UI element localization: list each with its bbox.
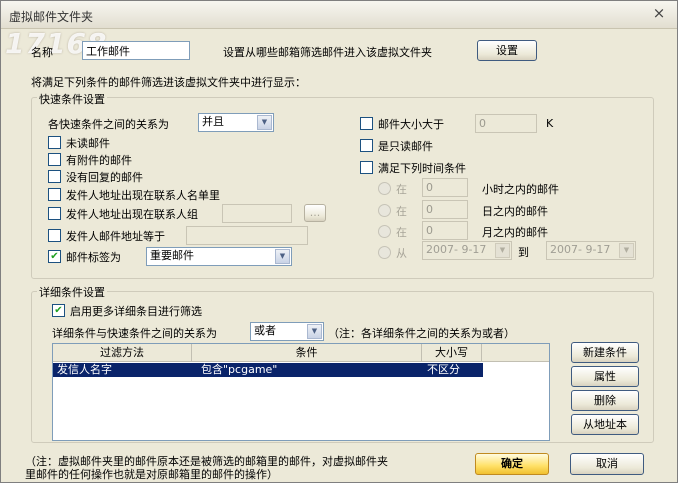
radio-within-hours-prefix: 在	[396, 183, 407, 196]
months-input[interactable]: 0	[422, 221, 468, 240]
chevron-down-icon: ▼	[495, 243, 510, 258]
setup-hint: 设置从哪些邮箱筛选邮件进入该虚拟文件夹	[223, 46, 432, 59]
chevron-down-icon: ▼	[307, 324, 322, 339]
quick-relation-label: 各快速条件之间的关系为	[48, 118, 169, 131]
checkbox-size-greater-label: 邮件大小大于	[378, 118, 444, 131]
name-label: 名称	[31, 46, 53, 59]
size-input[interactable]: 0	[475, 114, 537, 133]
quick-relation-value: 并且	[202, 115, 224, 128]
radio-within-months[interactable]	[378, 225, 391, 238]
sender-address-field[interactable]	[186, 226, 308, 245]
checkbox-mail-label[interactable]: ✔	[48, 250, 61, 263]
column-header-condition[interactable]: 条件	[192, 344, 422, 362]
checkbox-time-condition[interactable]	[360, 161, 373, 174]
date-to-picker[interactable]: 2007- 9-17 ▼	[546, 241, 636, 260]
date-to-value: 2007- 9-17	[550, 243, 611, 256]
checkbox-sender-in-group-label: 发件人地址出现在联系人组	[66, 208, 198, 221]
checkbox-sender-in-group[interactable]	[48, 207, 61, 220]
radio-within-months-suffix: 月之内的邮件	[482, 226, 548, 239]
title-bar: 虚拟邮件文件夹 ×	[1, 1, 677, 29]
close-icon[interactable]: ×	[651, 5, 667, 21]
detail-conditions-legend: 详细条件设置	[37, 284, 107, 300]
radio-within-months-prefix: 在	[396, 226, 407, 239]
radio-within-days-suffix: 日之内的邮件	[482, 205, 548, 218]
radio-within-hours[interactable]	[378, 182, 391, 195]
detail-relation-label: 详细条件与快速条件之间的关系为	[52, 327, 217, 340]
checkbox-enable-detail-label: 启用更多详细条目进行筛选	[70, 305, 202, 318]
setup-button[interactable]: 设置	[477, 40, 537, 61]
checkbox-not-replied-label: 没有回复的邮件	[66, 171, 143, 184]
window-title: 虚拟邮件文件夹	[9, 10, 94, 24]
properties-button[interactable]: 属性	[571, 366, 639, 387]
radio-within-days[interactable]	[378, 204, 391, 217]
radio-date-range-prefix: 从	[396, 247, 407, 260]
checkbox-enable-detail[interactable]: ✔	[52, 304, 65, 317]
checkbox-sender-equals-label: 发件人邮件地址等于	[66, 230, 165, 243]
quick-relation-select[interactable]: 并且 ▼	[198, 113, 274, 132]
checkbox-size-greater[interactable]	[360, 117, 373, 130]
radio-within-hours-suffix: 小时之内的邮件	[482, 183, 559, 196]
size-unit: K	[546, 117, 554, 130]
row-case: 不区分	[427, 363, 460, 376]
row-method: 发信人名字	[57, 363, 112, 376]
days-input[interactable]: 0	[422, 200, 468, 219]
checkbox-sender-equals[interactable]	[48, 229, 61, 242]
detail-relation-select[interactable]: 或者 ▼	[250, 322, 324, 341]
chevron-down-icon: ▼	[275, 249, 290, 264]
checkbox-mail-label-label: 邮件标签为	[66, 251, 121, 264]
checkbox-not-replied[interactable]	[48, 170, 61, 183]
cancel-button[interactable]: 取消	[570, 453, 644, 475]
radio-within-days-prefix: 在	[396, 205, 407, 218]
radio-date-range[interactable]	[378, 246, 391, 259]
date-range-to-label: 到	[518, 246, 529, 259]
date-from-value: 2007- 9-17	[426, 243, 487, 256]
chevron-down-icon: ▼	[619, 243, 634, 258]
contact-group-field[interactable]	[222, 204, 292, 223]
checkbox-unread[interactable]	[48, 136, 61, 149]
name-input[interactable]	[82, 41, 190, 60]
column-header-case[interactable]: 大小写	[422, 344, 482, 362]
mail-label-select[interactable]: 重要邮件 ▼	[146, 247, 292, 266]
detail-relation-note: （注：各详细条件之间的关系为或者）	[328, 327, 515, 340]
checkbox-time-condition-label: 满足下列时间条件	[378, 162, 466, 175]
table-row[interactable]: 发信人名字 包含"pcgame" 不区分	[53, 363, 483, 377]
checkbox-sender-in-contacts-label: 发件人地址出现在联系人名单里	[66, 189, 220, 202]
conditions-list[interactable]: 过滤方法 条件 大小写 发信人名字 包含"pcgame" 不区分	[52, 343, 550, 441]
chevron-down-icon: ▼	[257, 115, 272, 130]
virtual-folder-dialog: 虚拟邮件文件夹 × 17168 com 名称 设置从哪些邮箱筛选邮件进入该虚拟文…	[0, 0, 678, 483]
conditions-list-header: 过滤方法 条件 大小写	[53, 344, 549, 362]
detail-relation-value: 或者	[254, 324, 276, 337]
mail-label-value: 重要邮件	[150, 249, 194, 262]
checkbox-sender-in-contacts[interactable]	[48, 188, 61, 201]
checkbox-unread-label: 未读邮件	[66, 137, 110, 150]
checkbox-attachment-label: 有附件的邮件	[66, 154, 132, 167]
checkbox-attachment[interactable]	[48, 153, 61, 166]
footer-note-line2: 里邮件的任何操作也就是对原邮箱里的邮件的操作）	[25, 468, 278, 481]
row-condition: 包含"pcgame"	[201, 363, 278, 376]
hours-input[interactable]: 0	[422, 178, 468, 197]
column-header-method[interactable]: 过滤方法	[53, 344, 192, 362]
ok-button[interactable]: 确定	[475, 453, 549, 475]
delete-button[interactable]: 删除	[571, 390, 639, 411]
checkbox-readonly[interactable]	[360, 139, 373, 152]
checkbox-readonly-label: 是只读邮件	[378, 140, 433, 153]
group-browse-button[interactable]: ...	[304, 204, 326, 222]
new-condition-button[interactable]: 新建条件	[571, 342, 639, 363]
from-address-book-button[interactable]: 从地址本	[571, 414, 639, 435]
date-from-picker[interactable]: 2007- 9-17 ▼	[422, 241, 512, 260]
quick-conditions-legend: 快速条件设置	[37, 91, 107, 107]
filter-intro: 将满足下列条件的邮件筛选进该虚拟文件夹中进行显示：	[31, 76, 306, 89]
